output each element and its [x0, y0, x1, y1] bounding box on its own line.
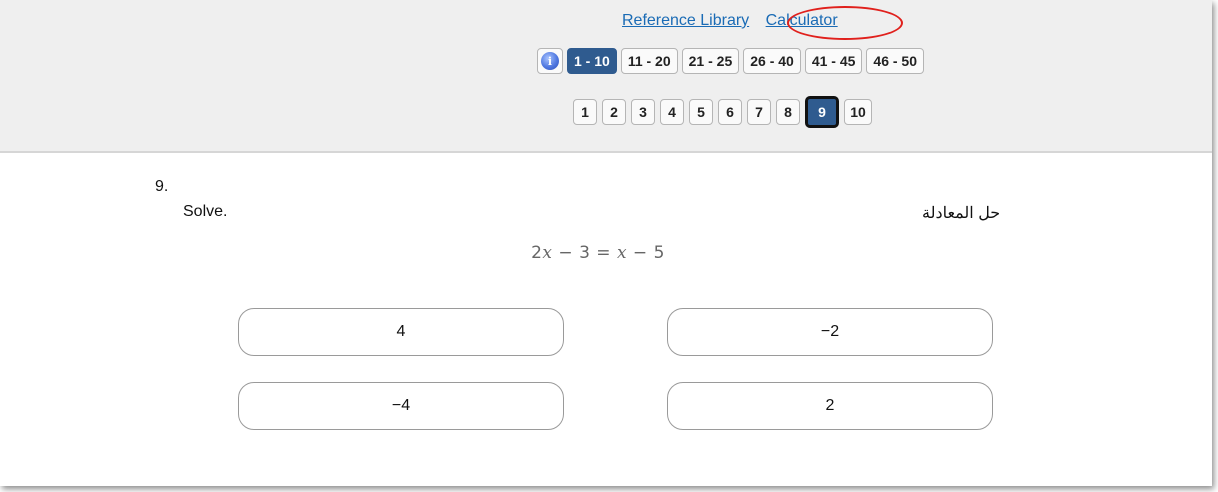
- question-button-5[interactable]: 5: [689, 99, 713, 125]
- question-button-1[interactable]: 1: [573, 99, 597, 125]
- question-number-selector: 1 2 3 4 5 6 7 8 9 10: [573, 96, 872, 128]
- info-icon: i: [541, 52, 559, 70]
- calculator-link[interactable]: Calculator: [766, 12, 838, 29]
- question-button-8[interactable]: 8: [776, 99, 800, 125]
- question-button-6[interactable]: 6: [718, 99, 742, 125]
- equation: 2x − 3 = x − 5: [0, 243, 1212, 263]
- info-button[interactable]: i: [537, 48, 563, 74]
- question-number: 9.: [155, 178, 169, 195]
- equation-lhs-variable: x: [542, 243, 553, 263]
- question-range-selector: i 1 - 10 11 - 20 21 - 25 26 - 40 41 - 45…: [537, 48, 925, 74]
- answer-option-label: 2: [825, 397, 835, 414]
- range-tab-46-50[interactable]: 46 - 50: [866, 48, 925, 74]
- range-tab-21-25[interactable]: 21 - 25: [681, 48, 740, 74]
- app-frame: Reference Library Calculator i 1 - 10 11…: [0, 0, 1212, 486]
- equation-rhs-variable: x: [616, 243, 628, 263]
- reference-library-link[interactable]: Reference Library: [622, 12, 749, 29]
- question-prompt-english: Solve.: [183, 203, 228, 220]
- question-button-4[interactable]: 4: [660, 99, 684, 125]
- answer-option-label: −2: [820, 323, 840, 340]
- answer-option-3[interactable]: −4: [238, 382, 564, 430]
- answer-option-label: −4: [391, 397, 411, 414]
- range-tab-26-40[interactable]: 26 - 40: [743, 48, 801, 74]
- answer-option-1[interactable]: 4: [238, 308, 564, 356]
- question-prompt-arabic: حل المعادلة: [922, 205, 1001, 222]
- navigation-header: Reference Library Calculator i 1 - 10 11…: [0, 0, 1212, 153]
- answer-option-4[interactable]: 2: [667, 382, 993, 430]
- range-tab-1-10[interactable]: 1 - 10: [567, 48, 617, 74]
- question-button-7[interactable]: 7: [747, 99, 771, 125]
- question-button-2[interactable]: 2: [602, 99, 626, 125]
- question-button-10[interactable]: 10: [844, 99, 872, 125]
- answer-option-label: 4: [396, 323, 406, 340]
- question-button-3[interactable]: 3: [631, 99, 655, 125]
- answer-option-2[interactable]: −2: [667, 308, 993, 356]
- range-tab-11-20[interactable]: 11 - 20: [620, 48, 678, 74]
- equation-lhs-coefficient: 2: [531, 243, 543, 263]
- resource-links: Reference Library Calculator: [622, 12, 838, 30]
- equation-middle: − 3 =: [552, 243, 617, 263]
- equation-rhs-rest: − 5: [627, 243, 665, 263]
- range-tab-41-45[interactable]: 41 - 45: [804, 48, 863, 74]
- question-button-9[interactable]: 9: [805, 96, 839, 128]
